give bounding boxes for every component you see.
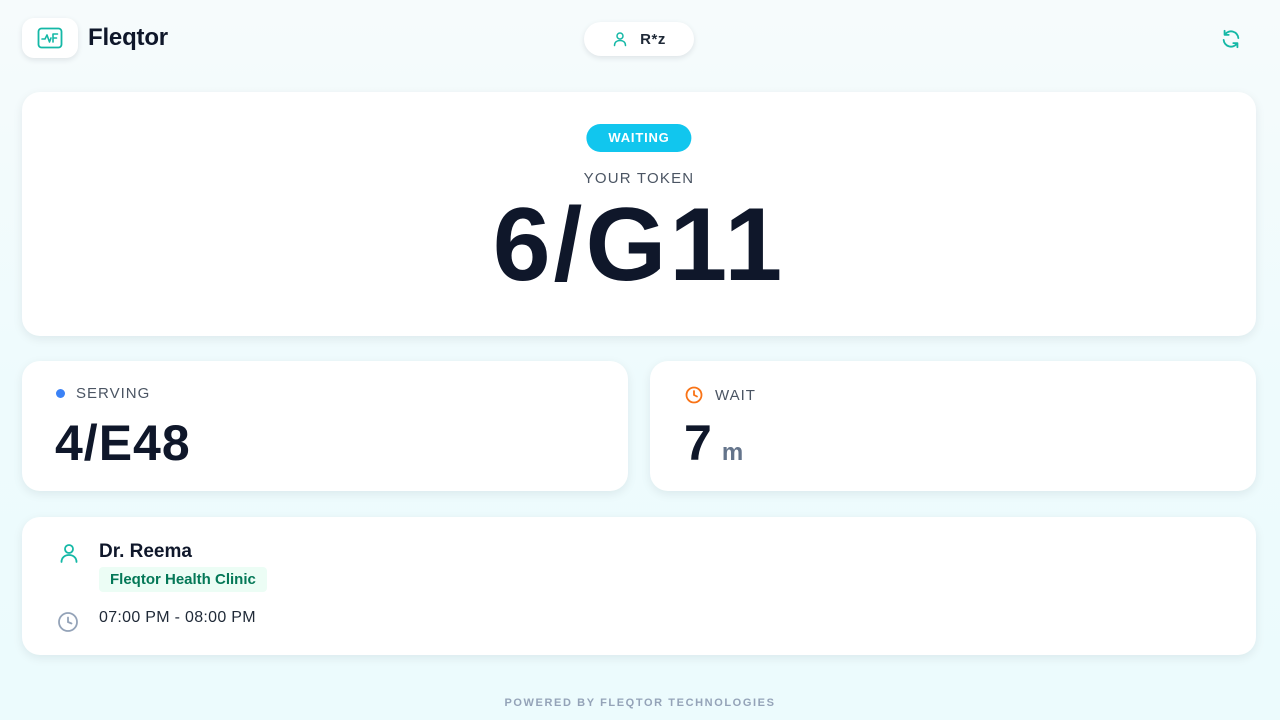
doctor-user-icon <box>60 544 78 563</box>
serving-label: SERVING <box>76 385 151 402</box>
consultation-hours: 07:00 PM - 08:00 PM <box>99 609 256 626</box>
serving-label-row: SERVING <box>56 385 150 402</box>
app-logo[interactable] <box>22 18 78 58</box>
token-number: 6/G11 <box>492 187 786 303</box>
wait-value-row: 7 m <box>684 415 743 471</box>
user-profile-button[interactable]: R*z <box>584 22 694 56</box>
wait-time-value: 7 <box>684 415 712 471</box>
refresh-icon <box>1222 29 1240 49</box>
serving-card: SERVING 4/E48 <box>22 361 628 491</box>
serving-dot-icon <box>56 389 65 398</box>
clinic-name-tag: Fleqtor Health Clinic <box>99 567 267 592</box>
brand-name: Fleqtor <box>88 24 168 51</box>
wait-label-row: WAIT <box>684 385 756 405</box>
user-name: R*z <box>640 30 666 48</box>
clock-icon <box>685 386 703 404</box>
token-label: YOUR TOKEN <box>583 170 695 187</box>
doctor-name: Dr. Reema <box>99 541 192 562</box>
serving-token-number: 4/E48 <box>55 415 191 471</box>
user-icon <box>613 32 627 47</box>
doctor-card: Dr. Reema Fleqtor Health Clinic 07:00 PM… <box>22 517 1256 655</box>
status-badge: WAITING <box>586 124 692 152</box>
wait-label: WAIT <box>715 386 756 404</box>
heartbeat-monitor-icon <box>37 27 63 49</box>
schedule-clock-icon <box>58 612 78 632</box>
wait-time-unit: m <box>721 439 744 466</box>
token-card: WAITING YOUR TOKEN 6/G11 <box>22 92 1256 336</box>
app-header: Fleqtor R*z <box>22 18 1258 60</box>
powered-by-footer: POWERED BY FLEQTOR TECHNOLOGIES <box>504 697 776 709</box>
wait-card: WAIT 7 m <box>650 361 1256 491</box>
refresh-button[interactable] <box>1218 26 1244 52</box>
